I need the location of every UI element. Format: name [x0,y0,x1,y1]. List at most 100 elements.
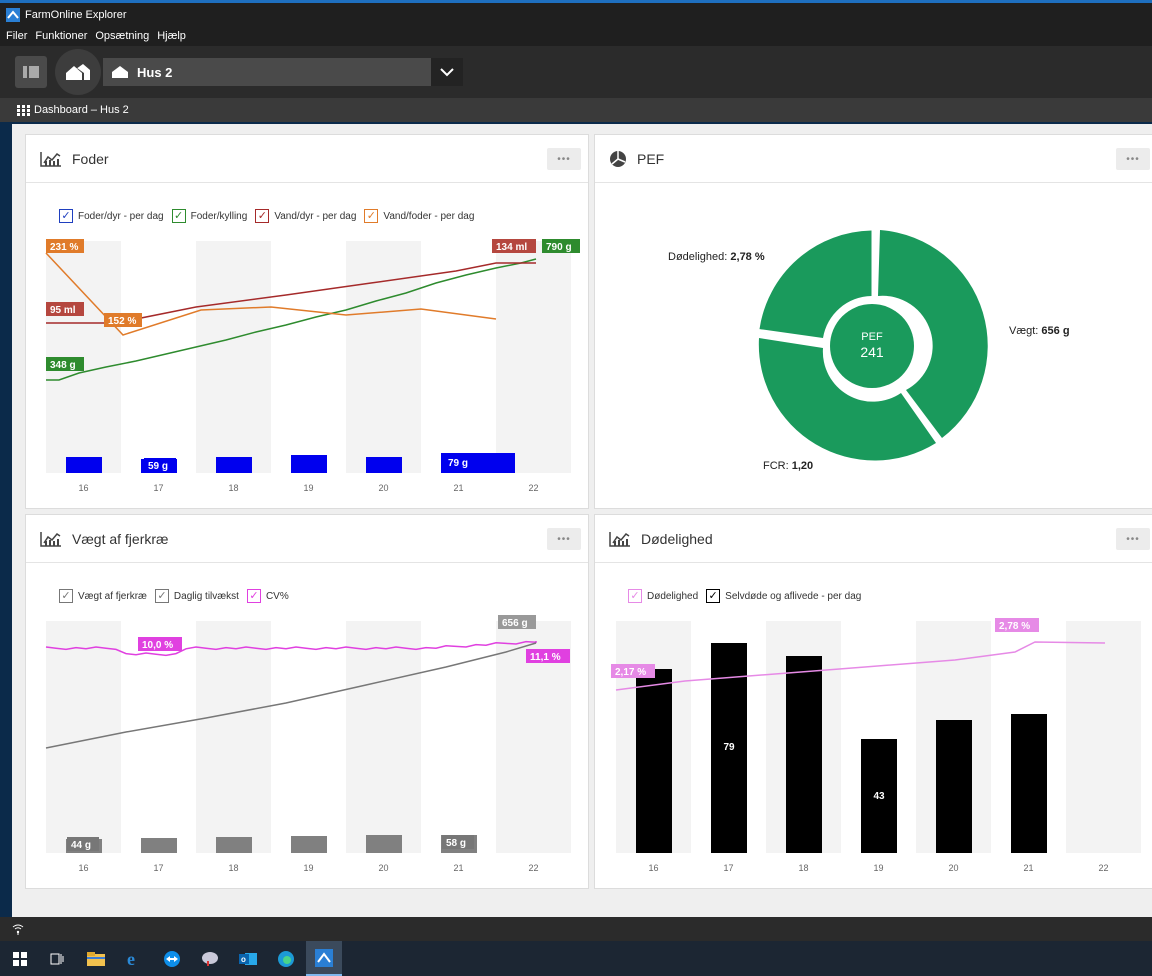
card-foder: Foder ••• ✓ Foder/dyr - per dag ✓ Foder/ky… [25,134,589,509]
x-tick-label: 18 [798,863,808,873]
chart-band [196,241,271,473]
sidebar-toggle-button[interactable] [15,56,47,88]
x-tick-label: 21 [453,863,463,873]
data-label-790g: 790 g [546,242,572,253]
chart-band [346,241,421,473]
bar-foder-dyr [366,457,402,473]
bar-selvdoede [936,720,972,853]
x-tick-label: 16 [648,863,658,873]
x-tick-label: 18 [228,483,238,493]
chevron-down-icon [440,67,454,76]
data-label-95ml: 95 ml [50,305,76,316]
breadcrumb: Dashboard – Hus 2 [0,98,1152,122]
data-label-43: 43 [873,791,885,802]
svg-text:e: e [127,950,135,968]
chart-band [196,621,271,853]
breadcrumb-text: Dashboard – Hus 2 [34,104,129,116]
folder-icon [87,951,105,966]
house-select[interactable]: Hus 2 [103,58,431,86]
chart-band [496,241,571,473]
edge-icon [278,950,294,967]
grid-icon [17,104,30,116]
edge-button[interactable] [268,941,304,976]
data-label-58g: 58 g [446,838,466,849]
windows-icon [13,951,27,966]
internet-explorer-icon: e [127,950,135,968]
data-label-cv-11: 11,1 % [530,652,561,663]
menu-bar: Filer Funktioner Opsætning Hjælp [0,26,1152,46]
data-label-152: 152 % [108,316,136,327]
bar-daglig-tilvaekst [291,836,327,853]
x-tick-label: 16 [78,483,88,493]
bar-selvdoede [786,656,822,853]
task-view-button[interactable] [40,941,76,976]
pef-label-vaegt: Vægt: 656 g [1009,325,1070,337]
house-icon [112,66,128,78]
pef-donut-chart: PEF 241 [758,229,988,461]
farmonline-taskbar-button[interactable] [306,941,342,976]
x-tick-label: 20 [948,863,958,873]
x-tick-label: 22 [528,863,538,873]
data-label-cv-10: 10,0 % [142,640,173,651]
taskbar: e o [0,941,1152,976]
menu-filer[interactable]: Filer [6,30,27,42]
pef-label-doedelighed: Dødelighed: 2,78 % [668,251,765,263]
card-pef: PEF ••• PEF 241 Dødelighed: 2,78 % Vægt:… [594,134,1152,509]
menu-funktioner[interactable]: Funktioner [35,30,87,42]
data-label-278: 2,78 % [999,621,1030,632]
bar-foder-dyr [66,457,102,473]
house-dropdown-button[interactable] [431,58,463,86]
status-bar [0,917,1152,941]
title-bar: FarmOnline Explorer [0,0,1152,26]
data-label-59g: 59 g [148,461,168,472]
card-doedelighed: Dødelighed ••• ✓ Dødelighed ✓ Selvdøde og … [594,514,1152,889]
data-label-231: 231 % [50,242,78,253]
x-tick-label: 17 [723,863,733,873]
teamviewer-icon [164,950,180,967]
x-tick-label: 21 [1023,863,1033,873]
chart-band [46,621,121,853]
x-tick-label: 16 [78,863,88,873]
bar-selvdoede [1011,714,1047,853]
data-label-134ml: 134 ml [496,242,527,253]
menu-opsaetning[interactable]: Opsætning [95,30,149,42]
app-window: FarmOnline Explorer Filer Funktioner Ops… [0,0,1152,976]
x-tick-label: 17 [153,483,163,493]
dashboard-area: Foder ••• ✓ Foder/dyr - per dag ✓ Foder/ky… [12,124,1152,917]
x-tick-label: 19 [873,863,883,873]
teamviewer-button[interactable] [154,941,190,976]
wifi-icon [12,924,24,935]
start-button[interactable] [2,941,38,976]
bar-daglig-tilvaekst [141,838,177,853]
data-label-44g: 44 g [71,840,91,851]
data-label-217: 2,17 % [615,667,646,678]
card-vaegt: Vægt af fjerkræ ••• ✓ Vægt af fjerkræ ✓ Da… [25,514,589,889]
pef-center-label: PEF [861,331,883,343]
toolbar: Hus 2 [0,46,1152,98]
file-explorer-button[interactable] [78,941,114,976]
bar-daglig-tilvaekst [366,835,402,853]
menu-hjaelp[interactable]: Hjælp [157,30,186,42]
pef-label-fcr: FCR: 1,20 [763,460,814,472]
farmonline-icon [315,948,333,967]
bar-foder-dyr [291,455,327,473]
chart-band [346,621,421,853]
bar-selvdoede [636,669,672,853]
brain-icon [202,951,218,966]
internet-explorer-button[interactable]: e [116,941,152,976]
app-button[interactable] [192,941,228,976]
data-label-348g: 348 g [50,360,76,371]
doedelighed-chart: 16 17 18 19 20 21 22 79 43 2,17 % 2,78 % [611,618,1141,873]
x-tick-label: 22 [1098,863,1108,873]
data-label-79: 79 [723,742,735,753]
app-logo-icon [6,7,20,22]
outlook-button[interactable]: o [230,941,266,976]
vaegt-chart: 16 17 18 19 20 21 22 10,0 % 656 g 11,1 % 44 g 58 g [45,615,571,873]
houses-button[interactable] [55,49,101,95]
svg-text:o: o [241,955,246,964]
x-tick-label: 17 [153,863,163,873]
x-tick-label: 22 [528,483,538,493]
bar-daglig-tilvaekst [216,837,252,853]
pef-center-value: 241 [860,344,884,360]
window-title: FarmOnline Explorer [25,8,127,21]
